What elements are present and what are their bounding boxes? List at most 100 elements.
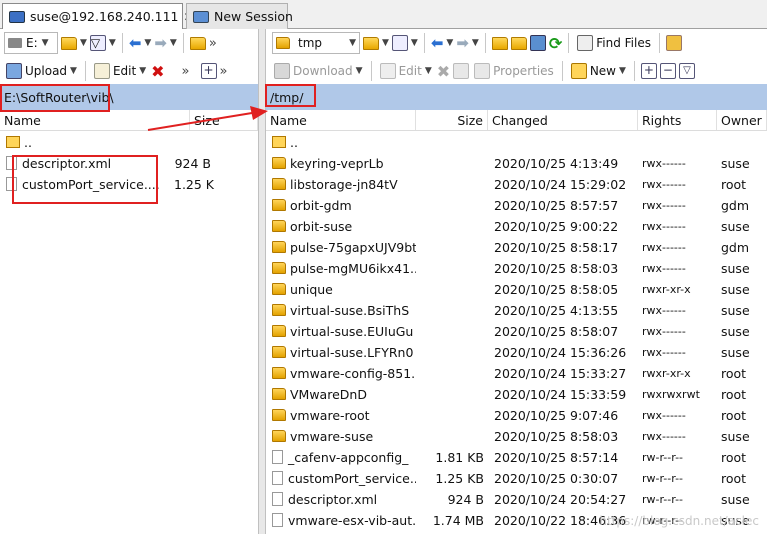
root-dir-icon[interactable] — [510, 36, 527, 50]
plus-icon[interactable]: + — [640, 63, 657, 79]
chevron-down-icon[interactable]: ▼ — [382, 38, 389, 48]
file-row[interactable]: unique 2020/10/25 8:58:05 rwxr-xr-x suse — [266, 279, 767, 300]
file-size: 1.81 KB — [435, 450, 484, 465]
file-owner: root — [721, 408, 747, 423]
folder-icon — [276, 37, 290, 49]
more-icon[interactable]: » — [182, 64, 190, 79]
left-file-pane: Name Size .. descriptor.xml 924 B customPor… — [0, 110, 258, 534]
file-owner: suse — [721, 219, 750, 234]
file-row[interactable]: descriptor.xml 924 B — [0, 153, 258, 174]
column-owner[interactable]: Owner — [717, 110, 767, 130]
file-row[interactable]: orbit-gdm 2020/10/25 8:57:57 rwx------ gdm — [266, 195, 767, 216]
more-icon[interactable]: » — [209, 36, 217, 51]
drive-select[interactable]: E: ▼ — [4, 32, 58, 54]
edit-button[interactable]: Edit ▼ — [378, 62, 434, 80]
file-row[interactable]: descriptor.xml 924 B 2020/10/24 20:54:27 rw… — [266, 489, 767, 510]
find-icon — [577, 35, 594, 51]
file-row[interactable]: keyring-veprLb 2020/10/25 4:13:49 rwx-----… — [266, 153, 767, 174]
file-row[interactable]: vmware-root 2020/10/25 9:07:46 rwx------ ro… — [266, 405, 767, 426]
left-path-bar[interactable]: E:\SoftRouter\vib\ — [0, 84, 258, 110]
dir-select[interactable]: tmp ▼ — [272, 32, 360, 54]
column-name[interactable]: Name — [0, 110, 190, 130]
delete-icon[interactable]: ✖ — [437, 62, 450, 81]
file-owner: suse — [721, 303, 750, 318]
right-column-headers: Name Size Changed Rights Owner — [266, 110, 767, 131]
file-row[interactable]: _cafenv-appconfig_ 1.81 KB 2020/10/25 8:57… — [266, 447, 767, 468]
file-name: customPort_service.... — [288, 471, 416, 486]
refresh-icon[interactable]: ⟳ — [549, 34, 562, 53]
open-folder-icon[interactable] — [61, 36, 77, 50]
file-row[interactable]: customPort_service.... 1.25 KB 2020/10/25 … — [266, 468, 767, 489]
column-size[interactable]: Size — [416, 110, 488, 130]
minus-icon[interactable]: − — [659, 63, 676, 79]
column-changed[interactable]: Changed — [488, 110, 638, 130]
file-row[interactable]: libstorage-jn84tV 2020/10/24 15:29:02 rwx-… — [266, 174, 767, 195]
select-icon[interactable]: ▽ — [678, 63, 695, 79]
new-icon — [570, 63, 587, 79]
file-rights: rwx------ — [642, 178, 686, 191]
chevron-down-icon: ▼ — [349, 38, 356, 48]
upload-button[interactable]: Upload ▼ — [4, 62, 79, 80]
filter-icon[interactable] — [391, 35, 408, 51]
file-rights: rw-r--r-- — [642, 451, 684, 464]
chevron-down-icon: ▼ — [41, 38, 49, 48]
download-label: Download — [293, 64, 353, 78]
chevron-down-icon[interactable]: ▼ — [446, 38, 453, 48]
file-row[interactable]: orbit-suse 2020/10/25 9:00:22 rwx------ sus… — [266, 216, 767, 237]
properties-button[interactable]: Properties — [472, 62, 556, 80]
forward-arrow-icon[interactable]: ➡ — [154, 34, 167, 52]
chevron-down-icon[interactable]: ▼ — [80, 38, 87, 48]
file-rights: rwxrwxrwt — [642, 388, 700, 401]
drive-icon — [8, 38, 22, 48]
column-name[interactable]: Name — [266, 110, 416, 130]
filter-icon[interactable]: ▽ — [89, 35, 106, 51]
file-changed: 2020/10/25 8:58:07 — [494, 324, 619, 339]
file-row[interactable]: vmware-config-851... 2020/10/24 15:33:27 r… — [266, 363, 767, 384]
tab-session[interactable]: suse@192.168.240.111 ✕ — [2, 3, 194, 29]
file-row[interactable]: .. — [0, 132, 258, 153]
chevron-down-icon[interactable]: ▼ — [170, 38, 177, 48]
file-row[interactable]: pulse-mgMU6ikx41... 2020/10/25 8:58:03 rwx… — [266, 258, 767, 279]
chevron-down-icon[interactable]: ▼ — [411, 38, 418, 48]
file-row[interactable]: VMwareDnD 2020/10/24 15:33:59 rwxrwxrwt roo… — [266, 384, 767, 405]
file-changed: 2020/10/24 15:29:02 — [494, 177, 627, 192]
sync-icon[interactable] — [665, 35, 682, 51]
file-name: vmware-suse — [290, 429, 374, 444]
chevron-down-icon[interactable]: ▼ — [144, 38, 151, 48]
open-folder-icon[interactable] — [363, 36, 379, 50]
file-row[interactable]: .. — [266, 132, 767, 153]
plus-icon[interactable]: + — [200, 63, 217, 79]
chevron-down-icon[interactable]: ▼ — [109, 38, 116, 48]
file-row[interactable]: virtual-suse.BsiThS 2020/10/25 4:13:55 rwx… — [266, 300, 767, 321]
parent-dir-icon[interactable] — [491, 36, 508, 50]
file-name: virtual-suse.LFYRn0 — [290, 345, 414, 360]
left-toolbar-actions: Upload ▼ Edit ▼ ✖ » + » — [0, 57, 258, 85]
forward-arrow-icon[interactable]: ➡ — [456, 34, 469, 52]
edit-button[interactable]: Edit ▼ — [92, 62, 148, 80]
new-button[interactable]: New ▼ — [569, 62, 628, 80]
right-path-bar[interactable]: /tmp/ — [266, 84, 767, 110]
tab-new-session[interactable]: New Session — [186, 3, 293, 29]
back-arrow-icon[interactable]: ⬅ — [129, 34, 142, 52]
file-name: _cafenv-appconfig_ — [288, 450, 409, 465]
download-button[interactable]: Download ▼ — [272, 62, 365, 80]
column-rights[interactable]: Rights — [638, 110, 717, 130]
home-icon[interactable] — [529, 35, 546, 51]
file-row[interactable]: pulse-75gapxUJV9bt 2020/10/25 8:58:17 rwx-… — [266, 237, 767, 258]
file-row[interactable]: vmware-suse 2020/10/25 8:58:03 rwx------ su… — [266, 426, 767, 447]
file-row[interactable]: virtual-suse.LFYRn0 2020/10/24 15:36:26 rw… — [266, 342, 767, 363]
column-size[interactable]: Size — [190, 110, 258, 130]
more-icon[interactable]: » — [220, 64, 228, 79]
parent-dir-icon[interactable] — [189, 36, 206, 50]
rename-icon[interactable] — [453, 63, 470, 79]
delete-icon[interactable]: ✖ — [151, 62, 164, 81]
find-files-button[interactable]: Find Files — [575, 34, 653, 52]
pane-splitter[interactable] — [258, 29, 266, 534]
chevron-down-icon[interactable]: ▼ — [472, 38, 479, 48]
back-arrow-icon[interactable]: ⬅ — [431, 34, 444, 52]
folder-icon — [272, 367, 286, 379]
file-row[interactable]: customPort_service.... 1.25 KB — [0, 174, 258, 195]
file-changed: 2020/10/25 9:07:46 — [494, 408, 619, 423]
file-name: VMwareDnD — [290, 387, 367, 402]
file-row[interactable]: virtual-suse.EUIuGu 2020/10/25 8:58:07 rwx… — [266, 321, 767, 342]
